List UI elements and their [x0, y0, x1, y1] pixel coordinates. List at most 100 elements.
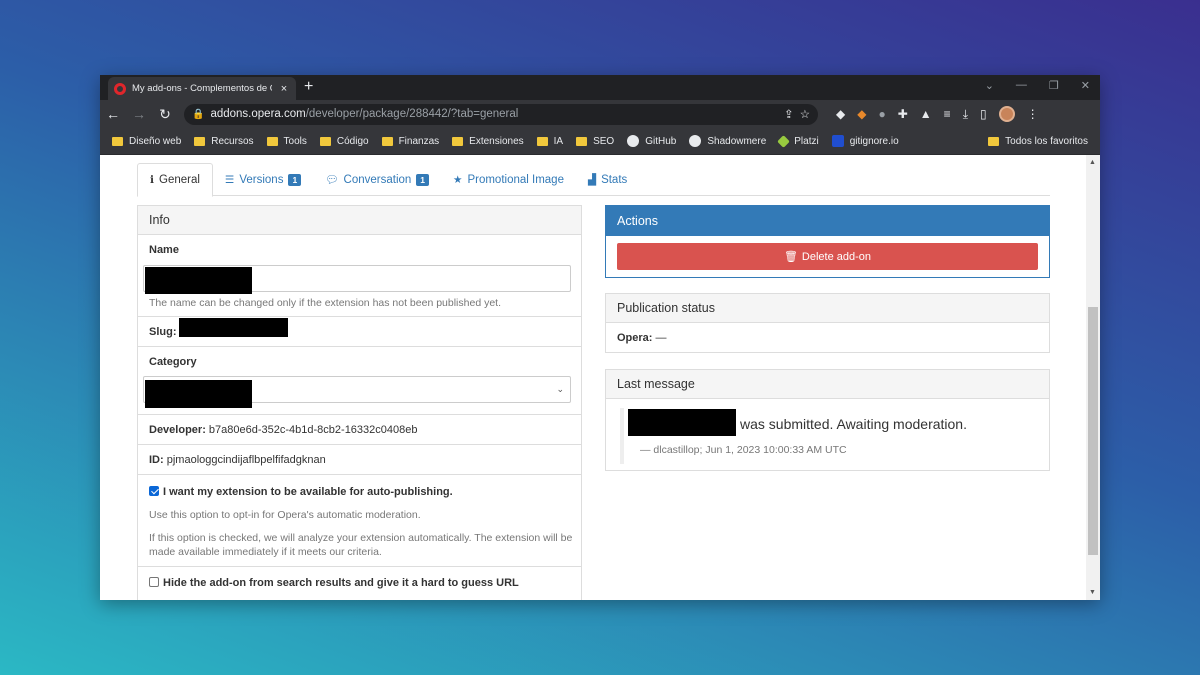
bookmark-item[interactable]: Recursos — [194, 136, 254, 147]
bookmark-item[interactable]: Extensiones — [452, 136, 524, 147]
publication-status-panel: Publication status Opera: — — [605, 293, 1050, 353]
delete-addon-button[interactable]: 🗑︎ Delete add-on — [617, 243, 1038, 270]
hide-checkbox[interactable] — [149, 577, 159, 587]
bookmark-item[interactable]: Platzi — [777, 134, 819, 148]
extension-icon[interactable]: ◆ — [836, 107, 845, 121]
bookmark-star-icon[interactable]: ☆ — [800, 107, 810, 121]
download-icon[interactable]: ⤓ — [963, 107, 968, 122]
slug-row: Slug: — [138, 317, 581, 347]
slug-label: Slug: — [149, 326, 177, 338]
flask-icon[interactable]: ▲ — [920, 107, 932, 121]
folder-icon — [452, 136, 464, 146]
avatar[interactable] — [998, 106, 1015, 122]
autopublish-row: I want my extension to be available for … — [138, 475, 581, 567]
bookmark-item[interactable]: IA — [536, 135, 564, 147]
lock-icon[interactable]: 🔒 — [192, 109, 204, 120]
tab-label: Stats — [601, 173, 628, 186]
actions-panel: Actions 🗑︎ Delete add-on — [605, 205, 1050, 278]
message-text: was submitted. Awaiting moderation. — [740, 416, 967, 432]
scroll-up-icon[interactable]: ▲ — [1089, 159, 1096, 166]
name-input[interactable] — [143, 265, 571, 294]
new-tab-button[interactable]: + — [304, 78, 313, 96]
bookmark-label: Código — [336, 135, 369, 147]
close-window-button[interactable]: ✕ — [1081, 79, 1090, 92]
tab-label: General — [159, 174, 200, 186]
tab-conversation[interactable]: 💬︎ Conversation 1 — [313, 163, 441, 196]
forward-button[interactable]: → — [132, 106, 146, 122]
hide-row: Hide the add-on from search results and … — [138, 567, 581, 600]
tab-stats[interactable]: ▟ Stats — [576, 163, 639, 196]
minimize-button[interactable]: — — [1016, 79, 1027, 92]
back-button[interactable]: ← — [106, 106, 120, 122]
folder-icon — [576, 136, 588, 146]
tab-promotional-image[interactable]: ★ Promotional Image — [441, 163, 576, 196]
tab-search-icon[interactable]: ⌄ — [985, 79, 994, 92]
redacted-category — [145, 380, 252, 408]
browser-toolbar: ← → ↻ 🔒 addons.opera.com/developer/packa… — [100, 100, 1100, 128]
autopublish-details: If this option is checked, we will analy… — [149, 532, 573, 558]
category-select[interactable]: ⌄ — [143, 376, 571, 408]
puzzle-icon[interactable]: ✚ — [898, 107, 908, 121]
scrollbar-thumb[interactable] — [1088, 307, 1098, 555]
reload-button[interactable]: ↻ — [158, 106, 172, 123]
tab-general[interactable]: ℹ General — [137, 163, 213, 197]
page-scrollbar[interactable]: ▲ ▼ — [1086, 155, 1100, 600]
message-quote: was submitted. Awaiting moderation. — dl… — [620, 408, 1040, 464]
last-message-panel: Last message was submitted. Awaiting mod… — [605, 369, 1050, 471]
chevron-down-icon: ⌄ — [556, 384, 564, 394]
url-host: addons.opera.com — [210, 108, 306, 120]
tab-close-icon[interactable]: × — [278, 83, 290, 95]
package-tabs: ℹ General ☰ Versions 1 💬︎ Conversation 1… — [137, 163, 1050, 197]
redacted-version — [628, 409, 736, 436]
share-icon[interactable]: ⇪ — [784, 107, 794, 121]
developer-label: Developer: — [149, 424, 206, 436]
bookmark-item[interactable]: SEO — [576, 136, 614, 147]
opera-favicon-icon — [114, 82, 126, 95]
autopublish-checkbox[interactable] — [149, 486, 159, 496]
gitignore-icon — [831, 135, 844, 147]
scroll-down-icon[interactable]: ▼ — [1089, 589, 1096, 596]
metamask-icon[interactable]: ◆ — [857, 107, 866, 121]
bookmark-label: IA — [553, 135, 564, 147]
trash-icon: 🗑︎ — [783, 251, 798, 263]
sidepanel-icon[interactable]: ▯ — [980, 107, 987, 121]
tab-label: Conversation — [343, 173, 412, 186]
bookmark-item[interactable]: gitignore.io — [831, 135, 899, 147]
actions-heading: Actions — [606, 206, 1049, 236]
url-path: /developer/package/288442/?tab=general — [305, 108, 519, 120]
bookmark-label: Tools — [283, 135, 307, 147]
window-controls: ⌄ — ❐ ✕ — [985, 79, 1090, 92]
tab-versions[interactable]: ☰ Versions 1 — [213, 163, 313, 196]
delete-label: Delete add-on — [801, 250, 872, 263]
developer-value: b7a80e6d-352c-4b1d-8cb2-16332c0408eb — [208, 424, 418, 436]
publication-heading: Publication status — [606, 294, 1049, 323]
maximize-button[interactable]: ❐ — [1049, 79, 1059, 92]
category-row: Category ⌄ — [138, 347, 581, 415]
folder-icon — [319, 136, 331, 146]
extension-icon[interactable]: ● — [878, 107, 885, 121]
media-icon[interactable]: ≡ — [944, 107, 951, 121]
github-icon — [627, 135, 640, 147]
tab-label: Promotional Image — [467, 173, 564, 186]
bookmark-item[interactable]: Diseño web — [112, 136, 181, 147]
address-bar[interactable]: 🔒 addons.opera.com/developer/package/288… — [184, 103, 818, 125]
bookmark-item[interactable]: GitHub — [627, 135, 676, 147]
count-badge: 1 — [416, 173, 430, 186]
info-heading: Info — [138, 206, 581, 235]
id-row: ID: pjmaologgcindijaflbpelfifadgknan — [138, 445, 581, 475]
browser-window: My add-ons - Complementos de Opera × + ⌄… — [100, 75, 1100, 600]
bookmark-item[interactable]: Código — [319, 135, 369, 147]
folder-icon — [536, 136, 548, 146]
folder-icon — [381, 136, 393, 146]
menu-icon[interactable]: ⋮ — [1027, 107, 1039, 121]
all-bookmarks[interactable]: Todos los favoritos — [988, 136, 1088, 147]
shadowmere-icon — [689, 135, 702, 147]
platzi-icon — [777, 134, 791, 148]
chart-icon: ▟ — [587, 173, 597, 186]
bookmark-item[interactable]: Tools — [266, 135, 307, 147]
bookmark-item[interactable]: Finanzas — [381, 136, 439, 147]
bookmark-label: Shadowmere — [707, 135, 767, 147]
browser-tab[interactable]: My add-ons - Complementos de Opera × — [108, 77, 296, 100]
opera-label: Opera: — [617, 332, 653, 344]
bookmark-item[interactable]: Shadowmere — [689, 135, 766, 147]
